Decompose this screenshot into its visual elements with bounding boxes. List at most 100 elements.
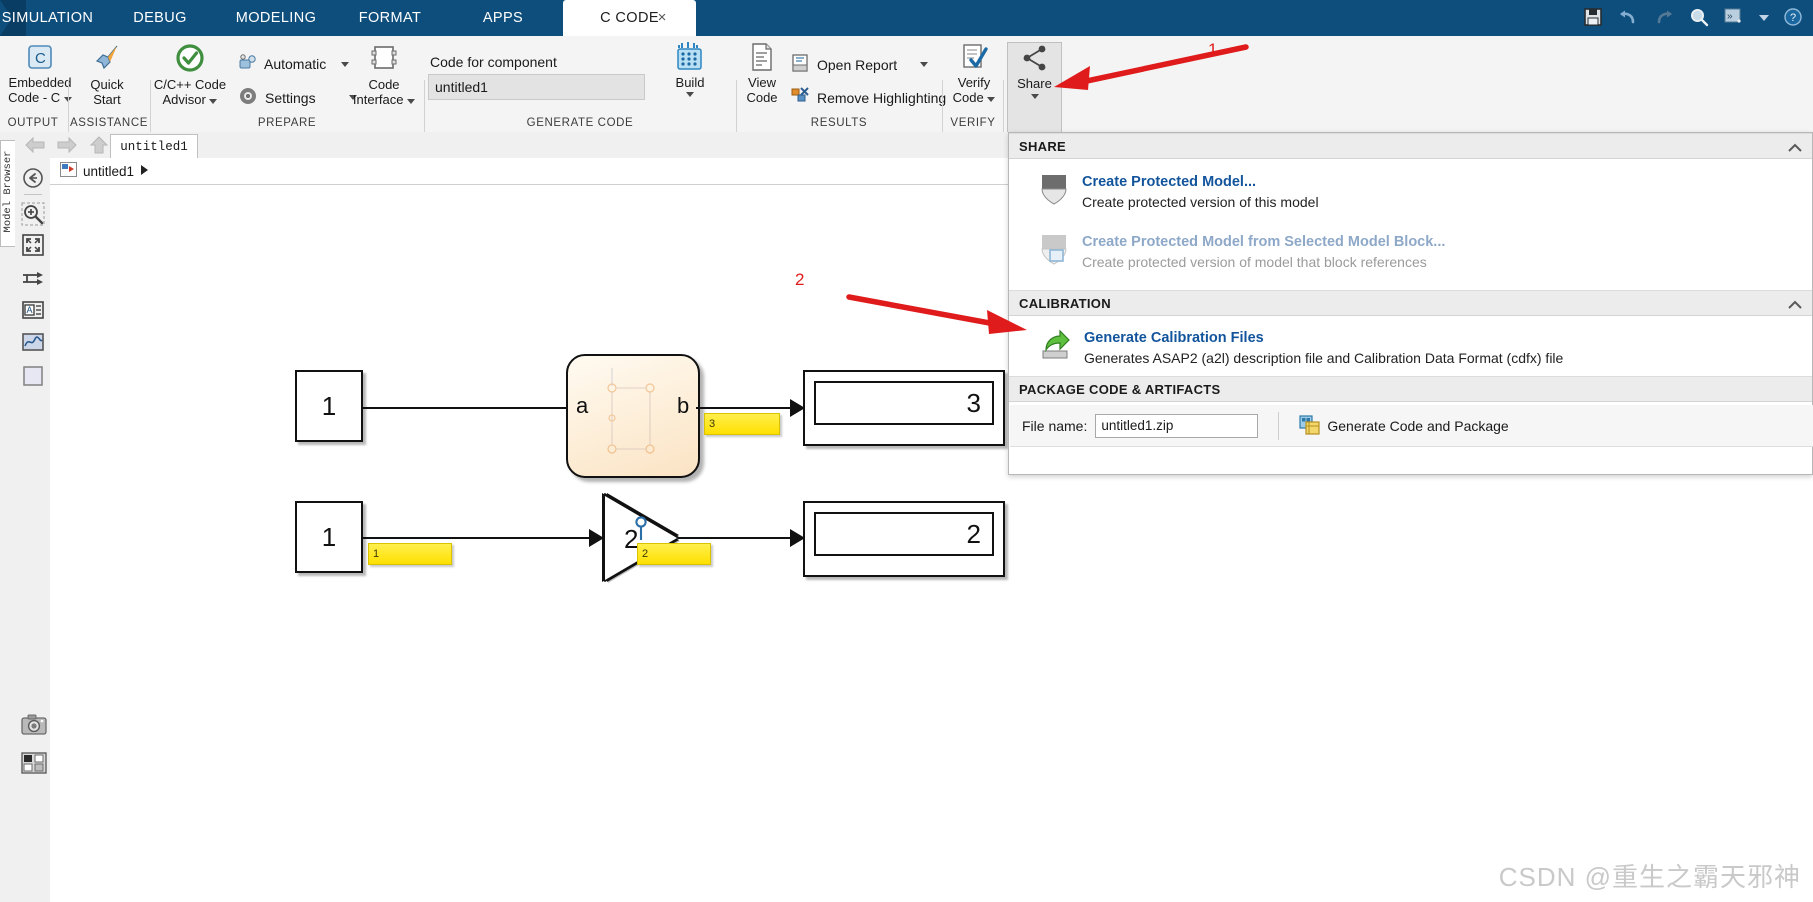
open-report-chevron-icon[interactable] <box>920 62 929 67</box>
share-chevron-icon[interactable] <box>1030 94 1039 99</box>
embedded-code-button[interactable]: C Embedded Code - C <box>0 42 88 105</box>
tab-close-glyph: × <box>657 9 667 26</box>
code-interface-button[interactable]: Code Interface <box>334 42 434 107</box>
zoom-in-icon[interactable] <box>21 202 45 226</box>
test-point-icon[interactable] <box>633 516 649 545</box>
more-commands-icon[interactable]: » <box>1723 7 1745 30</box>
signal-label-1[interactable]: 1 <box>368 543 452 565</box>
block-placeholder-icon[interactable] <box>21 364 45 388</box>
create-protected-model-title[interactable]: Create Protected Model... <box>1082 173 1319 191</box>
help-icon[interactable]: ? <box>1783 7 1803 30</box>
outport-3-label: 3 <box>966 387 981 418</box>
file-name-input[interactable]: untitled1.zip <box>1095 413 1259 438</box>
code-advisor-button[interactable]: C/C++ Code Advisor <box>140 42 240 107</box>
create-protected-model-from-block-item: Create Protected Model from Selected Mod… <box>1009 233 1812 271</box>
group-label-verify: VERIFY <box>950 117 996 129</box>
build-chevron-icon[interactable] <box>686 92 694 97</box>
remove-highlighting-button[interactable]: Remove Highlighting <box>790 86 946 109</box>
automatic-button[interactable]: Automatic <box>238 53 350 75</box>
view-code-button[interactable]: View Code <box>740 42 784 105</box>
verify-code-chevron-icon[interactable] <box>987 97 996 102</box>
tab-debug[interactable]: DEBUG <box>110 0 210 36</box>
inport-1-top[interactable]: 1 <box>295 370 363 442</box>
verify-code-label-1: Verify <box>957 75 991 90</box>
chart-in-port-label: a <box>576 393 588 419</box>
signal-routing-icon[interactable] <box>21 266 45 290</box>
signal-label-1-text: 1 <box>373 547 380 560</box>
quick-access-chevron-icon[interactable] <box>1759 15 1769 21</box>
quick-start-button[interactable]: Quick Start <box>76 42 138 107</box>
code-advisor-chevron-icon[interactable] <box>209 99 218 104</box>
legend-icon[interactable] <box>21 751 47 775</box>
code-interface-label-2-text: Interface <box>352 92 404 107</box>
ribbon-tab-bar: SIMULATION DEBUG MODELING FORMAT APPS C … <box>0 0 1813 36</box>
embedded-code-label-1: Embedded <box>8 75 72 90</box>
tab-format[interactable]: FORMAT <box>340 0 440 36</box>
open-report-label: Open Report <box>817 56 898 73</box>
outport-3[interactable]: 3 <box>803 370 1005 446</box>
watermark: CSDN @重生之霸天邪神 <box>1499 857 1801 894</box>
undo-icon[interactable] <box>1617 7 1639 30</box>
outport-2-inner: 2 <box>814 512 994 556</box>
verify-code-label-2: Code <box>948 90 1000 105</box>
create-protected-model-desc: Create protected version of this model <box>1082 194 1319 210</box>
save-icon[interactable] <box>1583 7 1603 30</box>
calibration-section-collapse-icon[interactable] <box>1788 298 1802 313</box>
back-to-parent-icon[interactable] <box>21 166 45 190</box>
build-icon <box>673 42 707 75</box>
search-icon[interactable] <box>1689 7 1709 30</box>
build-button[interactable]: Build <box>662 42 718 97</box>
generate-calibration-files-item[interactable]: Generate Calibration Files Generates ASA… <box>1009 329 1812 367</box>
view-code-icon <box>747 43 777 75</box>
build-label: Build <box>675 75 705 90</box>
fit-to-view-icon[interactable] <box>21 233 45 257</box>
snapshot-camera-icon[interactable] <box>21 713 47 737</box>
breadcrumb-label[interactable]: untitled1 <box>83 164 134 179</box>
tab-close-icon[interactable]: × <box>653 0 671 36</box>
watermark-text: CSDN @重生之霸天邪神 <box>1498 862 1801 892</box>
code-interface-chevron-icon[interactable] <box>407 99 416 104</box>
tab-simulation[interactable]: SIMULATION <box>0 0 95 36</box>
breadcrumb-chevron-icon[interactable] <box>140 164 150 179</box>
verify-code-label-2-text: Code <box>952 90 984 105</box>
inport-1-top-label: 1 <box>321 390 337 421</box>
generate-code-and-package-button[interactable]: Generate Code and Package <box>1299 414 1509 438</box>
verify-code-button[interactable]: Verify Code <box>948 42 1000 105</box>
tab-modeling[interactable]: MODELING <box>218 0 334 36</box>
code-advisor-icon <box>174 44 206 77</box>
generate-calibration-files-title[interactable]: Generate Calibration Files <box>1084 329 1563 347</box>
share-gallery-panel: SHARE Create Protected Model... Create p… <box>1008 132 1813 475</box>
tab-debug-label: DEBUG <box>133 10 187 26</box>
embedded-code-icon: C <box>25 45 55 75</box>
tab-apps[interactable]: APPS <box>460 0 546 36</box>
signal-label-3[interactable]: 3 <box>704 413 780 435</box>
tab-modeling-label: MODELING <box>235 10 317 26</box>
inport-1-bottom[interactable]: 1 <box>295 501 363 573</box>
embedded-code-label-2: Code - C <box>0 90 88 105</box>
create-protected-model-from-block-desc: Create protected version of model that b… <box>1082 254 1427 270</box>
redo-icon <box>1653 7 1675 30</box>
code-advisor-label-1: C/C++ Code <box>153 77 227 92</box>
scope-viewer-icon[interactable] <box>21 330 45 354</box>
wire-gain-to-out2 <box>678 537 796 539</box>
group-label-assistance: ASSISTANCE <box>70 117 148 129</box>
code-for-component-input[interactable]: untitled1 <box>428 74 645 100</box>
back-arrow-icon[interactable] <box>24 136 46 157</box>
tab-c-code[interactable]: C CODE <box>563 0 696 36</box>
calibration-section-header-label: CALIBRATION <box>1019 295 1111 311</box>
tab-apps-label: APPS <box>482 10 524 26</box>
open-report-button[interactable]: Open Report <box>790 53 929 76</box>
up-arrow-icon[interactable] <box>89 136 109 157</box>
model-file-tab[interactable]: untitled1 <box>110 134 198 159</box>
svg-text:C: C <box>35 50 46 67</box>
share-section-collapse-icon[interactable] <box>1788 141 1802 156</box>
outport-3-inner: 3 <box>814 381 994 425</box>
create-protected-model-item[interactable]: Create Protected Model... Create protect… <box>1009 173 1812 211</box>
forward-arrow-icon[interactable] <box>56 136 78 157</box>
remove-highlighting-icon <box>790 86 810 109</box>
wire-in1b-to-gain <box>363 537 593 539</box>
outport-2[interactable]: 2 <box>803 501 1005 577</box>
arrowhead-gain-in <box>589 529 604 547</box>
annotation-icon[interactable]: A <box>21 298 45 322</box>
signal-label-2[interactable]: 2 <box>637 543 711 565</box>
